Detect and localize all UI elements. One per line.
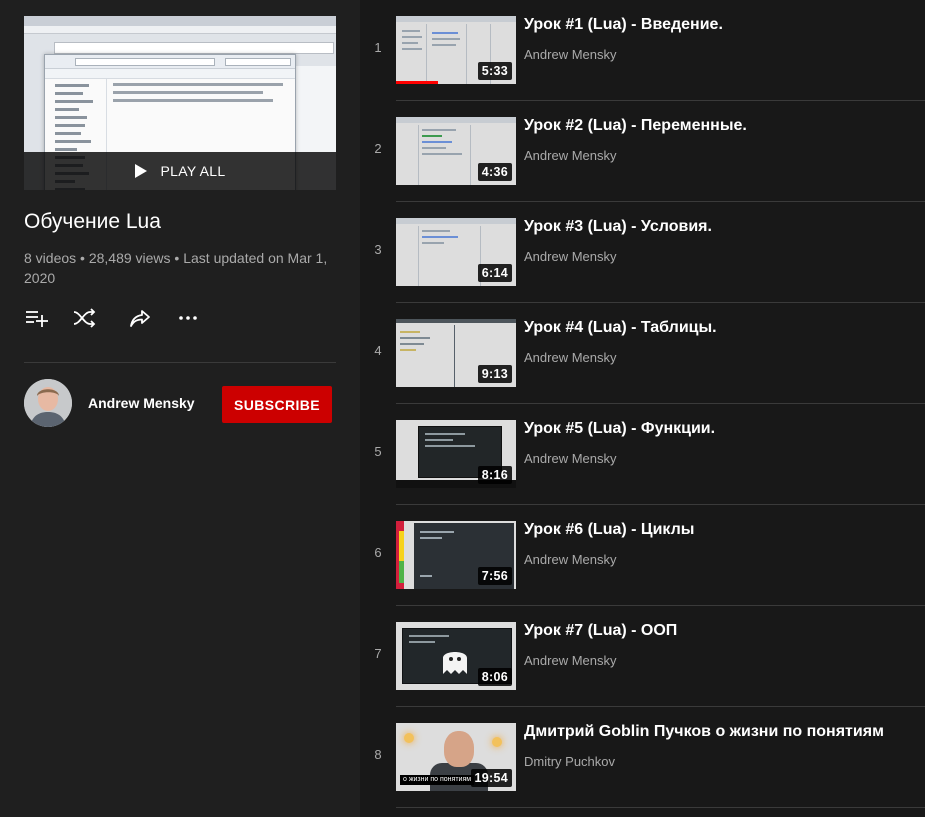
owner-avatar[interactable] <box>24 379 72 427</box>
more-horizontal-icon <box>179 316 197 320</box>
save-to-playlist-button[interactable] <box>24 306 48 330</box>
shuffle-button[interactable] <box>72 306 96 330</box>
share-icon <box>130 310 150 327</box>
video-index: 8 <box>374 747 382 762</box>
video-row-7[interactable]: 7 8:06 Урок #7 (Lua) - ООП Andrew Mensky <box>360 606 925 707</box>
video-index: 5 <box>374 444 382 459</box>
video-index: 1 <box>374 40 382 55</box>
video-thumbnail[interactable]: 9:13 <box>396 319 516 387</box>
video-index: 7 <box>374 646 382 661</box>
playlist-add-icon <box>26 311 48 327</box>
playlist-sidebar: PLAY ALL Обучение Lua 8 videos • 28,489 … <box>0 0 360 817</box>
video-row-6[interactable]: 6 7:56 Урок #6 (Lua) - Циклы Andrew Mens… <box>360 505 925 606</box>
video-channel[interactable]: Andrew Mensky <box>524 350 616 365</box>
video-title[interactable]: Дмитрий Goblin Пучков о жизни по понятия… <box>524 723 914 741</box>
video-duration: 9:13 <box>477 365 512 383</box>
thumb-window-menu <box>24 26 336 34</box>
video-row-5[interactable]: 5 8:16 Урок #5 (Lua) - Функции. Andrew M… <box>360 404 925 505</box>
video-channel[interactable]: Andrew Mensky <box>524 148 616 163</box>
video-row-8[interactable]: 8 о жизни по понятиям 19:54 Дмитрий Gobl… <box>360 707 925 808</box>
video-duration: 4:36 <box>477 163 512 181</box>
avatar-image <box>24 379 72 427</box>
video-duration: 19:54 <box>470 769 512 787</box>
play-all-button[interactable]: PLAY ALL <box>24 152 336 190</box>
ghost-icon <box>443 652 467 674</box>
video-duration: 6:14 <box>477 264 512 282</box>
video-thumbnail[interactable]: 7:56 <box>396 521 516 589</box>
watch-progress-bar <box>396 81 438 84</box>
more-actions-button[interactable] <box>176 306 200 330</box>
video-index: 2 <box>374 141 382 156</box>
video-channel[interactable]: Andrew Mensky <box>524 653 616 668</box>
video-row-3[interactable]: 3 6:14 Урок #3 (Lua) - Условия. Andrew M… <box>360 202 925 303</box>
video-channel[interactable]: Andrew Mensky <box>524 552 616 567</box>
video-channel[interactable]: Dmitry Puchkov <box>524 754 615 769</box>
thumbnail-caption: о жизни по понятиям <box>400 775 475 785</box>
playlist-title: Обучение Lua <box>24 210 161 233</box>
video-row-2[interactable]: 2 4:36 Урок #2 (Lua) - Переменные. Andre… <box>360 101 925 202</box>
video-title[interactable]: Урок #7 (Lua) - ООП <box>524 622 914 640</box>
playlist-video-list: 1 5:33 Урок #1 (Lua) - Введение. Andrew … <box>360 0 925 817</box>
video-title[interactable]: Урок #2 (Lua) - Переменные. <box>524 117 914 135</box>
video-thumbnail[interactable]: о жизни по понятиям 19:54 <box>396 723 516 791</box>
video-title[interactable]: Урок #1 (Lua) - Введение. <box>524 16 914 34</box>
video-duration: 8:06 <box>477 668 512 686</box>
share-button[interactable] <box>128 306 152 330</box>
subscribe-button[interactable]: SUBSCRIBE <box>222 386 332 423</box>
video-title[interactable]: Урок #5 (Lua) - Функции. <box>524 420 914 438</box>
video-index: 4 <box>374 343 382 358</box>
video-row-1[interactable]: 1 5:33 Урок #1 (Lua) - Введение. Andrew … <box>360 0 925 101</box>
sidebar-divider <box>24 362 336 363</box>
video-index: 6 <box>374 545 382 560</box>
thumb-window-titlebar <box>24 16 336 26</box>
thumb-window-search <box>54 42 334 54</box>
video-thumbnail[interactable]: 5:33 <box>396 16 516 84</box>
video-channel[interactable]: Andrew Mensky <box>524 47 616 62</box>
video-title[interactable]: Урок #4 (Lua) - Таблицы. <box>524 319 914 337</box>
video-thumbnail[interactable]: 4:36 <box>396 117 516 185</box>
playlist-page: PLAY ALL Обучение Lua 8 videos • 28,489 … <box>0 0 925 817</box>
video-title[interactable]: Урок #3 (Lua) - Условия. <box>524 218 914 236</box>
video-duration: 5:33 <box>477 62 512 80</box>
video-channel[interactable]: Andrew Mensky <box>524 451 616 466</box>
video-duration: 8:16 <box>477 466 512 484</box>
play-all-label: PLAY ALL <box>160 163 226 179</box>
shuffle-icon <box>73 308 96 328</box>
video-row-4[interactable]: 4 9:13 Урок #4 (Lua) - Таблицы. Andrew M… <box>360 303 925 404</box>
video-thumbnail[interactable]: 8:16 <box>396 420 516 488</box>
video-channel[interactable]: Andrew Mensky <box>524 249 616 264</box>
playlist-stats: 8 videos • 28,489 views • Last updated o… <box>24 250 328 286</box>
video-index: 3 <box>374 242 382 257</box>
playlist-thumbnail[interactable]: PLAY ALL <box>24 16 336 190</box>
video-title[interactable]: Урок #6 (Lua) - Циклы <box>524 521 914 539</box>
video-thumbnail[interactable]: 6:14 <box>396 218 516 286</box>
video-duration: 7:56 <box>477 567 512 585</box>
video-thumbnail[interactable]: 8:06 <box>396 622 516 690</box>
play-icon <box>134 164 147 178</box>
owner-name[interactable]: Andrew Mensky <box>88 395 195 411</box>
